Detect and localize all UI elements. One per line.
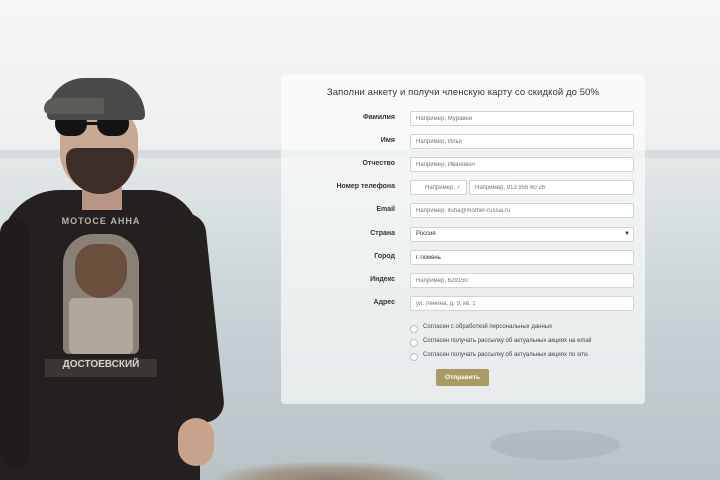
form-title: Заполни анкету и получи членскую карту с… (326, 87, 600, 98)
city-label: Город (374, 253, 395, 260)
address-label: Адрес (373, 299, 395, 306)
page: { "form": { "title": "Заполни анкету и п… (0, 0, 720, 480)
field-row-postcode: Индекс (281, 273, 645, 289)
cap-brim (44, 98, 104, 114)
consent-personal-data-label: Согласен с обработкой персональных данны… (423, 324, 553, 330)
hand (178, 418, 214, 466)
field-row-patronymic: Отчество (281, 157, 645, 173)
shirt-print-bottom-text: ДОСТОЕВСКИЙ (45, 359, 157, 377)
caret-down-icon: ▼ (624, 231, 630, 237)
field-row-country: Страна Россия ▼ (281, 227, 645, 243)
phone-number-input[interactable] (469, 180, 634, 195)
consent-personal-data[interactable]: Согласен с обработкой персональных данны… (410, 324, 640, 334)
consent-email-label: Согласен получать рассылку об актуальных… (423, 338, 592, 344)
last-name-label: Фамилия (362, 114, 395, 121)
consent-sms-newsletter[interactable]: Согласен получать рассылку об актуальных… (410, 352, 640, 362)
field-row-first-name: Имя (281, 134, 645, 150)
phone-code-input[interactable] (410, 180, 467, 195)
beard (66, 148, 134, 194)
email-label: Email (376, 206, 395, 213)
first-name-label: Имя (380, 137, 395, 144)
country-label: Страна (370, 230, 395, 237)
consent-email-checkbox[interactable] (410, 339, 418, 347)
last-name-input[interactable] (410, 111, 634, 126)
person-photo: МОТОСЕ АННА ДОСТОЕВСКИЙ (0, 78, 230, 480)
shirt-print: МОТОСЕ АННА ДОСТОЕВСКИЙ (45, 216, 157, 391)
shirt-print-coat (69, 298, 133, 354)
postcode-input[interactable] (410, 273, 634, 288)
city-input[interactable] (410, 250, 634, 265)
field-row-phone: Номер телефона (281, 180, 645, 196)
country-select[interactable]: Россия ▼ (410, 227, 634, 242)
field-row-address: Адрес (281, 296, 645, 312)
consent-sms-checkbox[interactable] (410, 353, 418, 361)
country-select-value: Россия (416, 231, 436, 237)
phone-label: Номер телефона (336, 183, 395, 190)
membership-form: Заполни анкету и получи членскую карту с… (281, 75, 645, 404)
field-row-last-name: Фамилия (281, 111, 645, 127)
patronymic-input[interactable] (410, 157, 634, 172)
water-reflection (490, 430, 620, 460)
email-input[interactable] (410, 203, 634, 218)
submit-button[interactable]: Отправить (436, 369, 489, 386)
shirt-print-top-text: МОТОСЕ АННА (61, 216, 141, 226)
shirt-print-head (75, 244, 127, 298)
shore-rocks (215, 462, 445, 480)
left-arm (0, 218, 30, 468)
consent-personal-data-checkbox[interactable] (410, 325, 418, 333)
address-input[interactable] (410, 296, 634, 311)
patronymic-label: Отчество (362, 160, 395, 167)
field-row-city: Город (281, 250, 645, 266)
sunglasses (55, 118, 129, 136)
field-row-email: Email (281, 203, 645, 219)
consent-email-newsletter[interactable]: Согласен получать рассылку об актуальных… (410, 338, 640, 348)
consent-sms-label: Согласен получать рассылку об актуальных… (423, 352, 588, 358)
first-name-input[interactable] (410, 134, 634, 149)
postcode-label: Индекс (370, 276, 395, 283)
